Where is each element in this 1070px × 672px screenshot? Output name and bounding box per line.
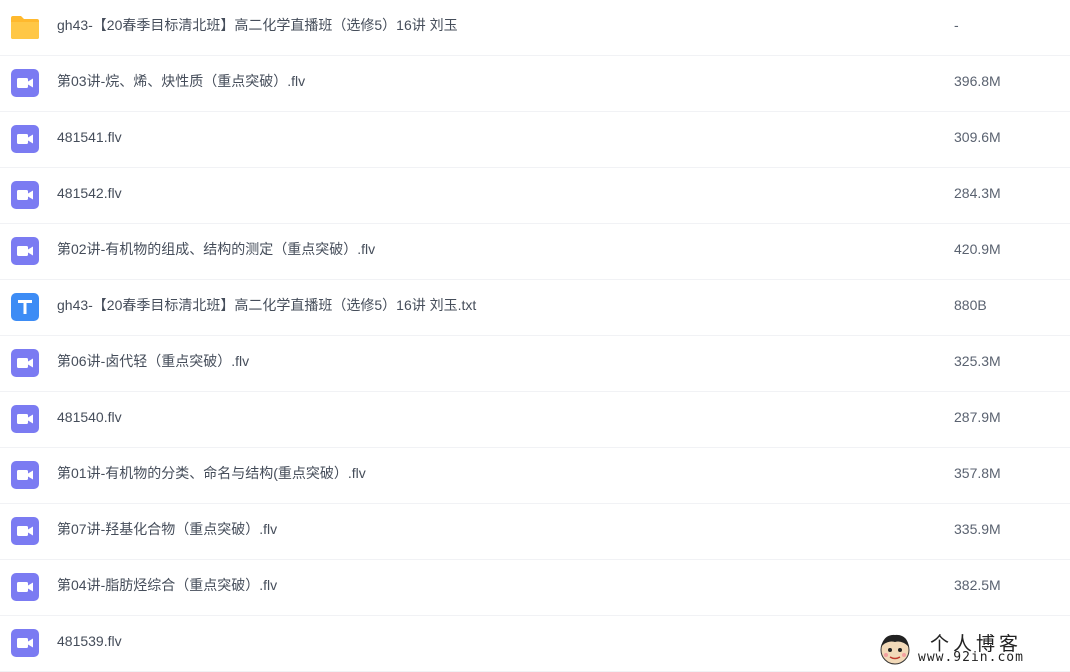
file-row[interactable]: 481541.flv 309.6M bbox=[0, 112, 1070, 168]
video-file-icon bbox=[11, 517, 39, 545]
file-size: 396.8M bbox=[954, 73, 1001, 89]
file-list: gh43-【20春季目标清北班】高二化学直播班（选修5）16讲 刘玉 - 第03… bbox=[0, 0, 1070, 672]
blog-watermark: 个人博客 www.92in.com bbox=[872, 628, 1062, 670]
file-size: 284.3M bbox=[954, 185, 1001, 201]
file-name[interactable]: 481539.flv bbox=[57, 616, 122, 666]
file-name[interactable]: 第06讲-卤代轻（重点突破）.flv bbox=[57, 336, 249, 386]
file-row[interactable]: 481542.flv 284.3M bbox=[0, 168, 1070, 224]
file-row[interactable]: gh43-【20春季目标清北班】高二化学直播班（选修5）16讲 刘玉 - bbox=[0, 0, 1070, 56]
video-file-icon bbox=[11, 349, 39, 377]
video-file-icon bbox=[11, 181, 39, 209]
file-row[interactable]: 第02讲-有机物的组成、结构的测定（重点突破）.flv 420.9M bbox=[0, 224, 1070, 280]
file-name[interactable]: 481540.flv bbox=[57, 392, 122, 442]
folder-icon bbox=[11, 13, 39, 41]
file-row[interactable]: 第06讲-卤代轻（重点突破）.flv 325.3M bbox=[0, 336, 1070, 392]
file-name[interactable]: 第07讲-羟基化合物（重点突破）.flv bbox=[57, 504, 277, 554]
file-row[interactable]: gh43-【20春季目标清北班】高二化学直播班（选修5）16讲 刘玉.txt 8… bbox=[0, 280, 1070, 336]
video-file-icon bbox=[11, 237, 39, 265]
watermark-url: www.92in.com bbox=[918, 650, 1024, 665]
file-row[interactable]: 第07讲-羟基化合物（重点突破）.flv 335.9M bbox=[0, 504, 1070, 560]
file-name[interactable]: 481542.flv bbox=[57, 168, 122, 218]
file-name[interactable]: 第01讲-有机物的分类、命名与结构(重点突破）.flv bbox=[57, 448, 366, 498]
file-size: 382.5M bbox=[954, 577, 1001, 593]
file-size: 309.6M bbox=[954, 129, 1001, 145]
cartoon-avatar-icon bbox=[878, 632, 912, 666]
video-file-icon bbox=[11, 573, 39, 601]
file-name[interactable]: 第03讲-烷、烯、炔性质（重点突破）.flv bbox=[57, 56, 305, 106]
file-row[interactable]: 第03讲-烷、烯、炔性质（重点突破）.flv 396.8M bbox=[0, 56, 1070, 112]
file-row[interactable]: 第01讲-有机物的分类、命名与结构(重点突破）.flv 357.8M bbox=[0, 448, 1070, 504]
video-file-icon bbox=[11, 125, 39, 153]
text-file-icon bbox=[11, 293, 39, 321]
video-file-icon bbox=[11, 629, 39, 657]
file-name[interactable]: gh43-【20春季目标清北班】高二化学直播班（选修5）16讲 刘玉 bbox=[57, 0, 458, 50]
file-row[interactable]: 481540.flv 287.9M bbox=[0, 392, 1070, 448]
video-file-icon bbox=[11, 405, 39, 433]
file-name[interactable]: 第02讲-有机物的组成、结构的测定（重点突破）.flv bbox=[57, 224, 375, 274]
file-size: - bbox=[954, 17, 959, 33]
file-name[interactable]: gh43-【20春季目标清北班】高二化学直播班（选修5）16讲 刘玉.txt bbox=[57, 280, 476, 330]
file-size: 880B bbox=[954, 297, 987, 313]
file-size: 287.9M bbox=[954, 409, 1001, 425]
file-size: 357.8M bbox=[954, 465, 1001, 481]
file-name[interactable]: 481541.flv bbox=[57, 112, 122, 162]
video-file-icon bbox=[11, 69, 39, 97]
file-size: 325.3M bbox=[954, 353, 1001, 369]
file-row[interactable]: 第04讲-脂肪烃综合（重点突破）.flv 382.5M bbox=[0, 560, 1070, 616]
file-name[interactable]: 第04讲-脂肪烃综合（重点突破）.flv bbox=[57, 560, 277, 610]
video-file-icon bbox=[11, 461, 39, 489]
file-size: 420.9M bbox=[954, 241, 1001, 257]
file-size: 335.9M bbox=[954, 521, 1001, 537]
